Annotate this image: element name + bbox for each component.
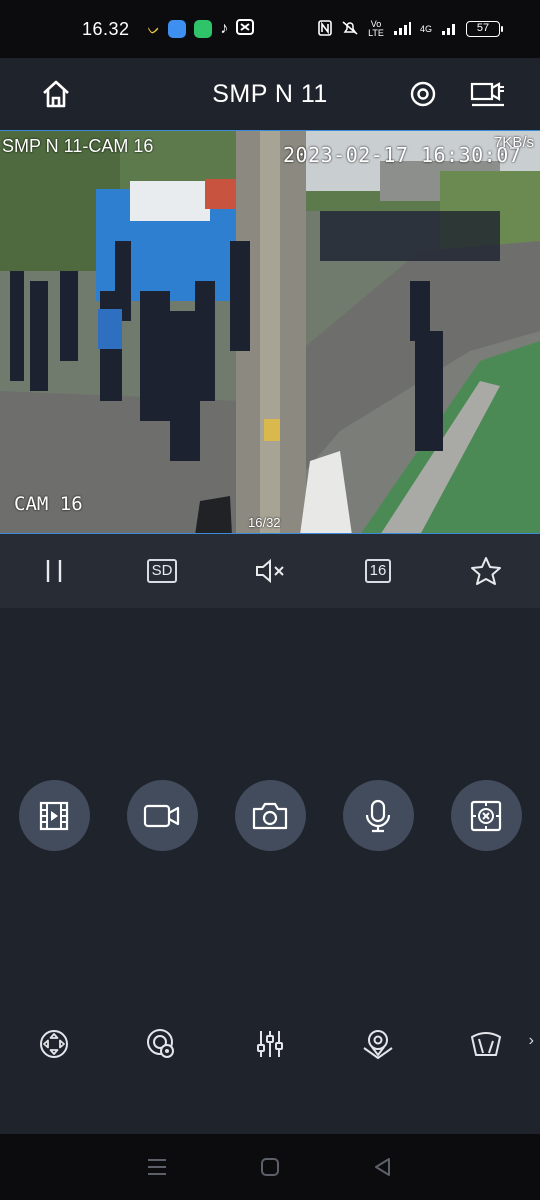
focus-icon	[147, 1029, 174, 1058]
weather-icon: ᨆ	[147, 20, 161, 37]
camera-name-overlay: SMP N 11-CAM 16	[2, 136, 154, 156]
ptz-direction-icon	[40, 1030, 68, 1058]
capcut-icon	[236, 18, 255, 40]
battery-indicator: 57	[466, 21, 503, 37]
back-icon	[375, 1158, 391, 1176]
favorite-icon	[471, 557, 501, 585]
status-bar: 16.32 ᨆ ♪ Vo LTE 4G 57	[0, 0, 540, 58]
playback-button[interactable]	[18, 780, 90, 851]
settings-icon	[410, 81, 436, 107]
home-button[interactable]	[38, 76, 74, 112]
back-button[interactable]	[363, 1147, 403, 1187]
stream-quality-icon: SD	[146, 559, 178, 583]
playback-icon	[39, 801, 69, 830]
talk-button[interactable]	[342, 780, 414, 851]
digital-zoom-icon	[470, 800, 502, 831]
digital-zoom-button[interactable]	[450, 780, 522, 851]
channel-label-overlay: CAM 16	[14, 493, 83, 515]
action-buttons-row	[0, 780, 540, 851]
multi-view-button[interactable]	[470, 76, 506, 112]
network-type: 4G	[419, 23, 432, 34]
live-video-view[interactable]: SMP N 11-CAM 16 2023-02-17 16:30:07 7KB/…	[0, 130, 540, 534]
nfc-icon	[318, 19, 332, 39]
home-square-icon	[260, 1158, 279, 1176]
settings-button[interactable]	[405, 76, 441, 112]
record-button[interactable]	[126, 780, 198, 851]
chat-notification-icon	[194, 20, 213, 38]
main-panel: ›	[0, 608, 540, 1134]
signal-icon	[393, 21, 411, 38]
tiktok-icon: ♪	[220, 20, 229, 37]
preset-icon	[363, 1030, 393, 1060]
home-icon	[43, 80, 69, 108]
ptz-direction-button[interactable]	[0, 1024, 108, 1064]
silent-icon	[341, 20, 359, 39]
image-adjust-icon	[257, 1031, 283, 1057]
image-adjust-button[interactable]	[216, 1024, 324, 1064]
camera-scene	[0, 131, 540, 533]
multi-view-icon	[470, 82, 504, 107]
stream-quality-button[interactable]: SD	[108, 534, 216, 608]
snapshot-button[interactable]	[234, 780, 306, 851]
page-indicator: 16/32	[248, 515, 281, 530]
microphone-icon	[365, 799, 391, 832]
more-arrow-icon[interactable]: ›	[529, 1032, 534, 1050]
recents-button[interactable]	[137, 1147, 177, 1187]
menu-icon	[147, 1159, 166, 1175]
bitrate-overlay: 7KB/s	[493, 134, 534, 151]
preset-button[interactable]	[324, 1024, 432, 1064]
channel-select-button[interactable]: 16	[324, 534, 432, 608]
home-nav-button[interactable]	[250, 1147, 290, 1187]
page-title: SMP N 11	[212, 79, 328, 108]
timestamp-overlay: 2023-02-17 16:30:07	[283, 143, 522, 167]
app-notification-icon	[168, 20, 187, 38]
focus-button[interactable]	[108, 1024, 216, 1064]
channel-icon: 16	[364, 559, 392, 583]
pause-button[interactable]	[0, 534, 108, 608]
snapshot-icon	[252, 802, 288, 829]
notification-icons: ᨆ ♪	[147, 18, 255, 40]
mute-icon	[256, 558, 284, 584]
system-nav-bar	[0, 1134, 540, 1200]
favorite-button[interactable]	[432, 534, 540, 608]
status-right: Vo LTE 4G 57	[318, 19, 503, 39]
signal-icon-2	[441, 21, 457, 38]
record-icon	[143, 804, 180, 827]
pause-icon	[46, 560, 62, 582]
ptz-toolbar: ›	[0, 1024, 540, 1064]
wiper-icon	[471, 1032, 501, 1056]
volte-indicator: Vo LTE	[368, 19, 384, 38]
mute-button[interactable]	[216, 534, 324, 608]
playback-controls: SD 16	[0, 534, 540, 608]
wiper-button[interactable]: ›	[432, 1024, 540, 1064]
status-time: 16.32	[82, 18, 130, 39]
app-header: SMP N 11	[0, 58, 540, 130]
